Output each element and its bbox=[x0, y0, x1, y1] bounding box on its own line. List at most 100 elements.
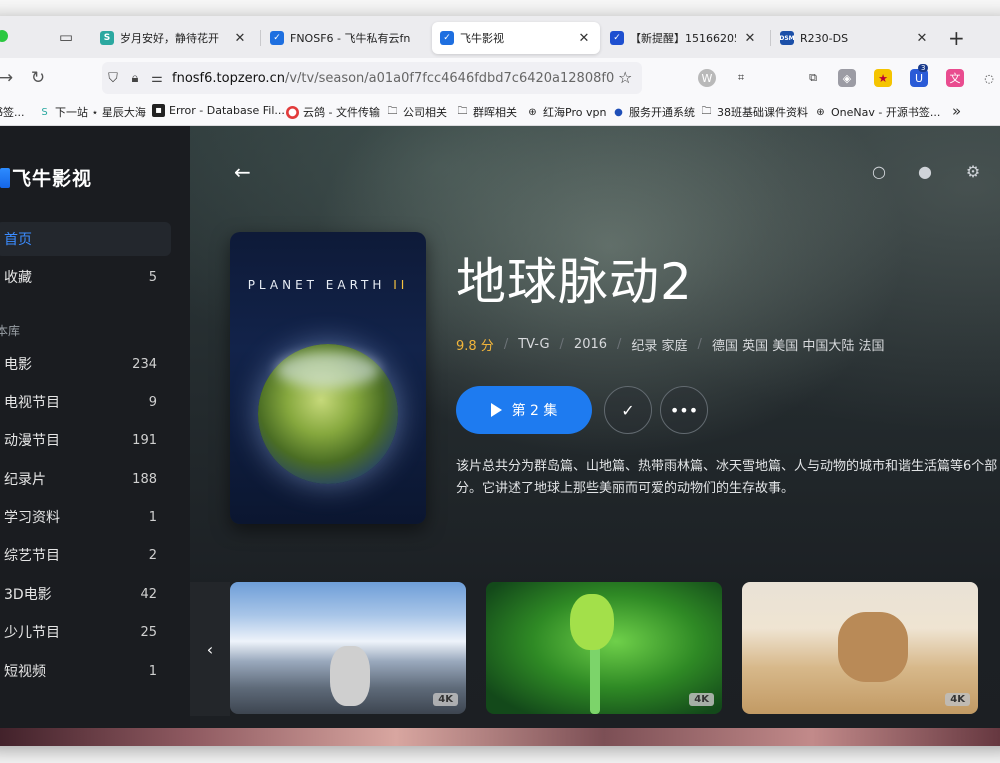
globe-icon: ⊕ bbox=[816, 106, 825, 118]
sidebar-item-count: 188 bbox=[132, 471, 157, 487]
tab-fnos[interactable]: ✓ FNOSF6 - 飞牛私有云fnO bbox=[262, 22, 418, 54]
bookmarks-overflow-icon[interactable]: » bbox=[952, 102, 961, 120]
crop-extension-icon[interactable]: ⌗ bbox=[732, 69, 750, 87]
search-icon[interactable]: ○ bbox=[868, 162, 890, 181]
sidebar-item-short-videos[interactable]: 短视频 1 bbox=[0, 654, 171, 688]
sidebar-item-count: 5 bbox=[148, 269, 157, 285]
tab-bar: ▭ S 岁月安好，静待花开 ✕ ✓ FNOSF6 - 飞牛私有云fnO ✓ 飞牛… bbox=[0, 16, 1000, 58]
close-icon[interactable]: ✕ bbox=[232, 31, 248, 46]
back-arrow-icon[interactable]: ← bbox=[234, 160, 251, 184]
sidebar-item-count: 9 bbox=[148, 394, 157, 410]
shield-icon[interactable]: ⛉ bbox=[102, 71, 124, 86]
app-name: 飞牛影视 bbox=[12, 168, 93, 190]
w-extension-icon[interactable]: W bbox=[698, 69, 716, 87]
close-icon[interactable]: ✕ bbox=[742, 31, 758, 46]
content-rating: TV-G bbox=[518, 337, 550, 352]
bookmark-label: 书签... bbox=[0, 106, 25, 119]
play-episode-button[interactable]: 第 2 集 bbox=[456, 386, 592, 434]
tab-separator bbox=[770, 30, 771, 46]
tab-blog[interactable]: S 岁月安好，静待花开 ✕ bbox=[92, 22, 256, 54]
sidebar-item-variety[interactable]: 综艺节目 2 bbox=[0, 538, 171, 572]
bookmark-item[interactable]: ● 服务开通系统 bbox=[612, 104, 695, 120]
frog-image bbox=[570, 594, 614, 650]
bookmark-label: 群晖相关 bbox=[473, 106, 517, 119]
episode-card[interactable]: 4K bbox=[742, 582, 978, 714]
sidebar-item-movies[interactable]: 电影 234 bbox=[0, 347, 171, 381]
translate-extension-icon[interactable]: 文 bbox=[946, 69, 964, 87]
lock-icon[interactable]: 🔒︎ bbox=[124, 71, 146, 86]
bookmark-item[interactable]: ⊕ OneNav - 开源书签... bbox=[814, 104, 940, 120]
sidebar-item-study[interactable]: 学习资料 1 bbox=[0, 500, 171, 534]
detail-view: ← ○ ● ⚙ PLANET EARTH II 地球脉动2 9.8 分 / TV… bbox=[190, 126, 1000, 746]
more-options-button[interactable]: ••• bbox=[660, 386, 708, 434]
window-zoom-button[interactable] bbox=[0, 30, 8, 42]
bookmark-folder[interactable]: 🗀︎ 38班基础课件资料 bbox=[700, 104, 809, 120]
sidebar-item-label: 电视节目 bbox=[4, 395, 60, 411]
sidebar-item-label: 3D电影 bbox=[4, 587, 52, 603]
url-text[interactable]: fnosf6.topzero.cn/v/tv/season/a01a0f7fcc… bbox=[172, 71, 642, 86]
folder-icon: 🗀︎ bbox=[701, 105, 712, 117]
close-icon[interactable]: ✕ bbox=[914, 31, 930, 46]
sidebar: 飞牛影视 首页 收藏 5 本库 电影 234 电视节目 9 动漫节目 191 纪… bbox=[0, 126, 190, 746]
favicon-s-icon: S bbox=[100, 31, 114, 45]
sidebar-item-kids[interactable]: 少儿节目 25 bbox=[0, 615, 171, 649]
bookmark-label: Error - Database Fil... bbox=[169, 104, 285, 117]
gear-icon[interactable]: ⚙ bbox=[962, 162, 984, 181]
user-icon[interactable]: ● bbox=[914, 162, 936, 181]
regions: 德国 英国 美国 中国大陆 法国 bbox=[711, 339, 885, 354]
shield-extension-icon[interactable]: ◈ bbox=[838, 69, 856, 87]
sidebar-item-label: 动漫节目 bbox=[4, 433, 60, 449]
bookmark-item[interactable]: ▪ Error - Database Fil... bbox=[152, 104, 285, 117]
forward-arrow-icon[interactable]: → bbox=[0, 68, 16, 88]
bookmark-item[interactable]: ● 云鸽 - 文件传输 bbox=[286, 104, 380, 120]
sidebar-item-label: 电影 bbox=[4, 357, 32, 373]
reload-icon[interactable]: ↻ bbox=[28, 68, 48, 88]
chevron-left-icon: ‹ bbox=[206, 639, 214, 659]
bookmark-label: OneNav - 开源书签... bbox=[831, 106, 941, 119]
tab-separator bbox=[260, 30, 261, 46]
lion-image bbox=[838, 612, 908, 682]
bookmark-label: 服务开通系统 bbox=[629, 106, 695, 119]
chat-extension-icon[interactable]: ◌ bbox=[980, 69, 998, 87]
sidebar-item-count: 25 bbox=[140, 624, 157, 640]
sidebar-item-documentaries[interactable]: 纪录片 188 bbox=[0, 462, 171, 496]
episode-card[interactable]: 4K bbox=[230, 582, 466, 714]
bookmark-label: 公司相关 bbox=[403, 106, 447, 119]
sidebar-item-tv-shows[interactable]: 电视节目 9 bbox=[0, 385, 171, 419]
meta-divider: / bbox=[617, 337, 622, 352]
snow-leopard-image bbox=[330, 646, 370, 706]
bookmark-item[interactable]: ⊕ 红海Pro vpn bbox=[526, 104, 606, 120]
tab-title: FNOSF6 - 飞牛私有云fnO bbox=[290, 32, 410, 45]
address-bar[interactable]: ⛉ 🔒︎ ⚌ fnosf6.topzero.cn/v/tv/season/a01… bbox=[102, 62, 642, 94]
forum-logo-icon: ✓ bbox=[610, 31, 624, 45]
mark-watched-button[interactable]: ✓ bbox=[604, 386, 652, 434]
new-tab-icon[interactable]: + bbox=[948, 26, 965, 50]
episode-card[interactable]: 4K bbox=[486, 582, 722, 714]
sidebar-item-home[interactable]: 首页 bbox=[0, 222, 171, 256]
show-metadata: 9.8 分 / TV-G / 2016 / 纪录 家庭 / 德国 英国 美国 中… bbox=[456, 335, 884, 354]
tab-overview-icon[interactable]: ▭ bbox=[56, 27, 76, 47]
site-permissions-icon[interactable]: ⚌ bbox=[146, 71, 168, 86]
carousel-prev-button[interactable]: ‹ bbox=[190, 582, 230, 716]
sidebar-item-favorites[interactable]: 收藏 5 bbox=[0, 260, 171, 294]
planet-image bbox=[258, 344, 398, 484]
show-poster[interactable]: PLANET EARTH II bbox=[230, 232, 426, 524]
sidebar-item-3d-movies[interactable]: 3D电影 42 bbox=[0, 577, 171, 611]
genres: 纪录 家庭 bbox=[631, 339, 688, 354]
puzzle-extension-icon[interactable]: ⧉ bbox=[804, 69, 822, 87]
fnos-logo-icon: ✓ bbox=[270, 31, 284, 45]
bookmark-item[interactable]: S 下一站 ⋆ 星辰大海 bbox=[38, 104, 146, 120]
tab-reminder[interactable]: ✓ 【新提醒】1516620599 ✕ bbox=[602, 22, 766, 54]
url-path: /v/tv/season/a01a0f7fcc4646fdbd7c6420a12… bbox=[284, 70, 615, 86]
sidebar-item-count: 2 bbox=[148, 547, 157, 563]
bookmark-item[interactable]: 书签... bbox=[0, 104, 25, 120]
bookmark-star-icon[interactable]: ☆ bbox=[618, 68, 632, 87]
tab-r230-ds[interactable]: DSM R230-DS ✕ bbox=[772, 22, 938, 54]
bookmark-folder[interactable]: 🗀︎ 群晖相关 bbox=[456, 104, 518, 120]
tab-feiniu-video[interactable]: ✓ 飞牛影视 ✕ bbox=[432, 22, 600, 54]
bookmark-extension-icon[interactable]: ★ bbox=[874, 69, 892, 87]
app-logo[interactable]: 飞牛影视 bbox=[0, 164, 92, 191]
bookmark-folder[interactable]: 🗀︎ 公司相关 bbox=[386, 104, 448, 120]
sidebar-item-anime[interactable]: 动漫节目 191 bbox=[0, 423, 171, 457]
close-icon[interactable]: ✕ bbox=[576, 31, 592, 46]
